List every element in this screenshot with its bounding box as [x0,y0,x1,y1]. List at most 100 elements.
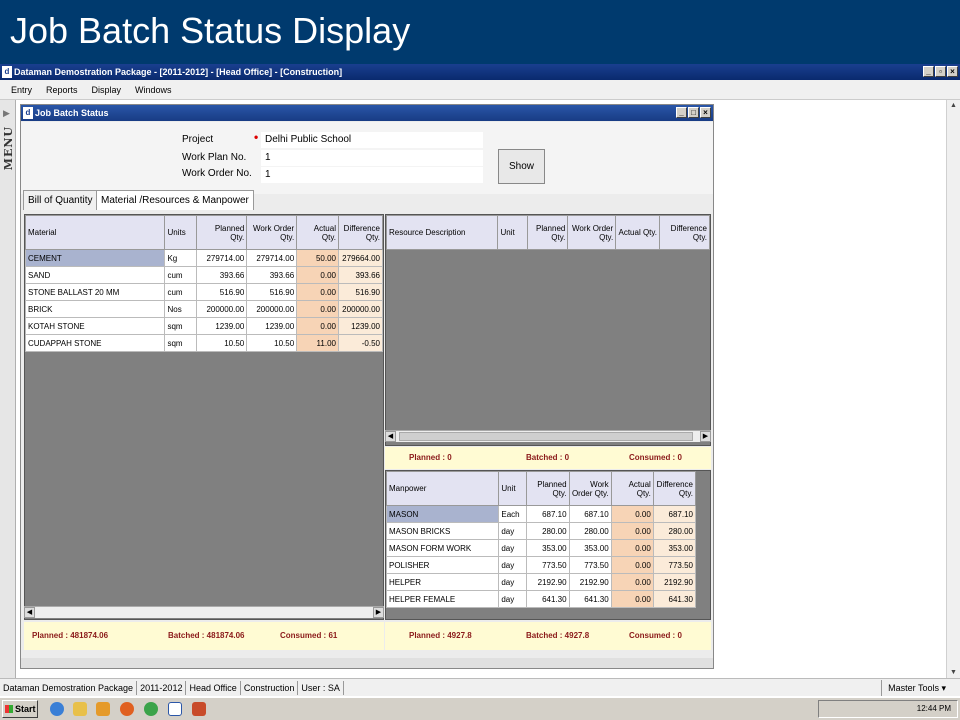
manpower-cell: 2192.90 [652,573,697,591]
col-actual: Actual Qty. [615,215,661,250]
material-cell: 10.50 [196,334,248,352]
project-field[interactable]: Delhi Public School [261,132,483,148]
resource-hscroll[interactable]: ◀ ▶ [385,430,711,442]
work-plan-field[interactable]: 1 [261,150,483,166]
minimize-button[interactable]: _ [923,66,934,77]
close-button[interactable]: × [947,66,958,77]
manpower-row[interactable]: MASON Each 687.10 687.10 0.00 687.10 [386,505,697,523]
window-title: Job Batch Status [35,108,109,118]
manpower-cell: 0.00 [610,556,654,574]
material-cell: 200000.00 [337,300,383,318]
resource-consumed: Consumed : 0 [629,453,682,462]
material-row[interactable]: STONE BALLAST 20 MM cum 516.90 516.90 0.00 51… [25,283,383,301]
work-order-label: Work Order No. [182,168,252,179]
start-button[interactable]: Start [2,700,38,718]
col-planned: Planned Qty. [196,215,248,250]
restore-button[interactable]: ▫ [935,66,946,77]
scroll-down-icon[interactable]: ▼ [950,669,957,676]
manpower-batched: Batched : 4927.8 [526,631,590,640]
material-table: Material Units Planned Qty. Work Order Q… [25,215,383,352]
manpower-cell: 280.00 [568,522,612,540]
ie-icon[interactable] [50,702,64,716]
material-cell: Kg [164,249,198,267]
menu-windows[interactable]: Windows [135,85,172,95]
manpower-cell: day [498,590,528,608]
firefox-icon[interactable] [120,702,134,716]
scroll-thumb[interactable] [399,432,693,441]
manpower-row[interactable]: HELPER day 2192.90 2192.90 0.00 2192.90 [386,573,697,591]
col-difference: Difference Qty. [652,471,697,506]
vertical-scrollbar[interactable]: ▲ ▼ [946,100,960,678]
manpower-cell: day [498,556,528,574]
show-button[interactable]: Show [498,149,545,184]
material-row[interactable]: SAND cum 393.66 393.66 0.00 393.66 [25,266,383,284]
chrome-icon[interactable] [144,702,158,716]
material-row[interactable]: CUDAPPAH STONE sqm 10.50 10.50 11.00 -0.50 [25,334,383,352]
expand-arrow-icon[interactable]: ▶ [3,108,10,119]
manpower-cell: 353.00 [652,539,697,557]
manpower-summary: Planned : 4927.8 Batched : 4927.8 Consum… [385,622,711,650]
manpower-row[interactable]: HELPER FEMALE day 641.30 641.30 0.00 641.30 [386,590,697,608]
material-row[interactable]: KOTAH STONE sqm 1239.00 1239.00 0.00 1239.00 [25,317,383,335]
window-footer [21,658,713,668]
material-cell: -0.50 [337,334,383,352]
media-player-icon[interactable] [96,702,110,716]
resource-pane: Resource Description Unit Planned Qty. W… [385,214,711,446]
manpower-row[interactable]: POLISHER day 773.50 773.50 0.00 773.50 [386,556,697,574]
manpower-cell: 0.00 [610,522,654,540]
work-order-field[interactable]: 1 [261,167,483,183]
side-menu[interactable]: ▶ MENU [0,100,16,678]
scroll-up-icon[interactable]: ▲ [950,102,957,109]
status-user: User : SA [298,680,344,695]
dataman-icon[interactable] [168,702,182,716]
manpower-cell: 687.10 [652,505,697,523]
project-label: Project [182,134,214,145]
child-maximize-button[interactable]: □ [688,107,699,118]
menubar: Entry Reports Display Windows [0,80,960,100]
material-cell: CEMENT [25,249,166,267]
menu-entry[interactable]: Entry [11,85,32,95]
tab-bill-of-quantity[interactable]: Bill of Quantity [23,190,98,210]
material-pane: Material Units Planned Qty. Work Order Q… [24,214,384,620]
tab-material-resources-manpower[interactable]: Material /Resources & Manpower [96,190,254,210]
header-form: Project • Delhi Public School Work Plan … [21,122,713,194]
menu-display[interactable]: Display [92,85,122,95]
material-cell: 393.66 [246,266,298,284]
material-row[interactable]: CEMENT Kg 279714.00 279714.00 50.00 279664.00 [25,249,383,267]
taskbar: Start 12:44 PM [0,697,960,720]
scroll-left-icon[interactable]: ◀ [385,431,396,442]
material-cell: SAND [25,266,166,284]
manpower-planned: Planned : 4927.8 [409,631,472,640]
manpower-cell: day [498,522,528,540]
master-tools-dropdown[interactable]: Master Tools ▾ [881,679,960,696]
manpower-cell: 687.10 [568,505,612,523]
side-menu-label: MENU [2,126,15,171]
statusbar: Dataman Demostration Package 2011-2012 H… [0,678,960,696]
manpower-table: Manpower Unit Planned Qty. Work Order Qt… [386,471,697,608]
col-manpower: Manpower [386,471,500,506]
material-cell: BRICK [25,300,166,318]
material-hscroll[interactable]: ◀ ▶ [24,606,384,618]
menu-reports[interactable]: Reports [46,85,78,95]
manpower-row[interactable]: MASON BRICKS day 280.00 280.00 0.00 280.00 [386,522,697,540]
material-row[interactable]: BRICK Nos 200000.00 200000.00 0.00 200000.00 [25,300,383,318]
scroll-right-icon[interactable]: ▶ [373,607,384,618]
folder-icon[interactable] [73,702,87,716]
manpower-cell: MASON [386,505,500,523]
scroll-left-icon[interactable]: ◀ [24,607,35,618]
col-actual: Actual Qty. [610,471,654,506]
manpower-cell: HELPER FEMALE [386,590,500,608]
scroll-right-icon[interactable]: ▶ [700,431,711,442]
manpower-cell: 641.30 [652,590,697,608]
child-minimize-button[interactable]: _ [676,107,687,118]
resource-header-row: Resource Description Unit Planned Qty. W… [386,215,710,250]
status-year: 2011-2012 [137,680,187,695]
material-cell: sqm [164,334,198,352]
powerpoint-icon[interactable] [192,702,206,716]
manpower-cell: day [498,539,528,557]
child-close-button[interactable]: × [700,107,711,118]
work-plan-label: Work Plan No. [182,152,247,163]
material-header-row: Material Units Planned Qty. Work Order Q… [25,215,383,250]
manpower-row[interactable]: MASON FORM WORK day 353.00 353.00 0.00 353.00 [386,539,697,557]
manpower-cell: 0.00 [610,539,654,557]
